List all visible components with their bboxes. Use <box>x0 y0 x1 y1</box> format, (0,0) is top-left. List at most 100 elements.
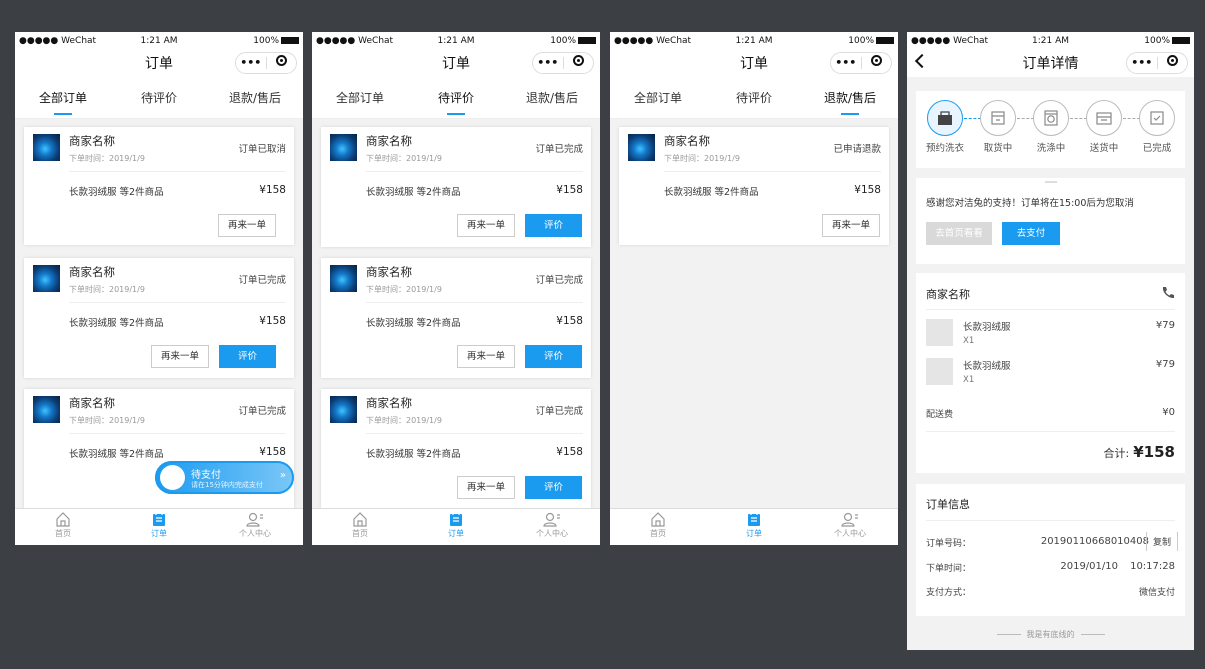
goods-summary: 长款羽绒服 等2件商品 <box>366 449 461 460</box>
reorder-button[interactable]: 再来一单 <box>457 214 515 237</box>
status-bar: ●●●●● WeChat 1:21 AM 100% <box>312 32 600 49</box>
goods-summary: 长款羽绒服 等2件商品 <box>664 187 759 198</box>
tab-to-review[interactable]: 待评价 <box>111 77 207 119</box>
order-tabs: 全部订单 待评价 退款/售后 <box>15 77 303 119</box>
pay-method-value: 微信支付 <box>1138 588 1175 598</box>
status-bar: ●●●●● WeChat 1:21 AM 100% <box>15 32 303 49</box>
goods-qty: X1 <box>963 375 975 385</box>
close-mini-icon[interactable] <box>1158 53 1188 73</box>
mini-program-capsule[interactable]: ••• <box>532 52 594 74</box>
page-title: 订单 <box>740 56 768 72</box>
mini-program-capsule[interactable]: ••• <box>235 52 297 74</box>
reorder-button[interactable]: 再来一单 <box>822 214 880 237</box>
phone-orders-refund: ●●●●● WeChat 1:21 AM 100% 订单 ••• 全部订单 待评… <box>610 32 898 545</box>
tabbar-me[interactable]: 个人中心 <box>802 509 898 545</box>
order-time-date: 2019/01/10 <box>1060 561 1118 572</box>
review-button[interactable]: 评价 <box>525 214 582 237</box>
order-time: 下单时间：2019/1/9 <box>366 285 442 294</box>
cancel-notice: 感谢您对洁兔的支持！订单将在15:00后为您取消 去首页看看 去支付 <box>916 178 1185 264</box>
tabbar-order[interactable]: 订单 <box>408 509 504 545</box>
status-bar: ●●●●● WeChat 1:21 AM 100% <box>610 32 898 49</box>
order-card[interactable]: 商家名称 下单时间：2019/1/9 订单已完成 长款羽绒服 等2件商品 ¥15… <box>321 389 591 509</box>
order-status: 订单已取消 <box>238 144 286 155</box>
order-card[interactable]: 商家名称 下单时间：2019/1/9 已申请退款 长款羽绒服 等2件商品 ¥15… <box>619 127 889 245</box>
order-tabs: 全部订单 待评价 退款/售后 <box>610 77 898 119</box>
order-icon <box>153 513 165 526</box>
order-info-title: 订单信息 <box>926 498 970 511</box>
reorder-button[interactable]: 再来一单 <box>457 476 515 499</box>
more-icon[interactable]: ••• <box>1127 53 1157 73</box>
mini-program-capsule[interactable]: ••• <box>830 52 892 74</box>
order-time: 下单时间：2019/1/9 <box>69 285 145 294</box>
order-time-clock: 10:17:28 <box>1130 561 1175 572</box>
tabbar-home[interactable]: 首页 <box>15 509 111 545</box>
tabbar-order[interactable]: 订单 <box>706 509 802 545</box>
page-title: 订单 <box>145 56 173 72</box>
tab-refund[interactable]: 退款/售后 <box>207 77 303 119</box>
more-icon[interactable]: ••• <box>831 53 861 73</box>
tab-all-orders[interactable]: 全部订单 <box>312 77 408 119</box>
list-end-text: 我是有底线的 <box>1026 630 1075 639</box>
close-mini-icon[interactable] <box>564 53 594 73</box>
order-price: ¥158 <box>259 184 286 196</box>
go-home-button[interactable]: 去首页看看 <box>926 222 992 245</box>
list-end: 我是有底线的 <box>907 629 1194 640</box>
reorder-button[interactable]: 再来一单 <box>151 345 209 368</box>
tab-bar: 首页 订单 个人中心 <box>610 508 898 545</box>
go-pay-button[interactable]: 去支付 <box>1002 222 1060 245</box>
goods-summary: 长款羽绒服 等2件商品 <box>69 318 164 329</box>
detail-merchant-name: 商家名称 <box>926 288 970 301</box>
order-tabs: 全部订单 待评价 退款/售后 <box>312 77 600 119</box>
page-title: 订单详情 <box>1022 56 1079 72</box>
back-arrow-icon[interactable] <box>914 53 930 69</box>
goods-price: ¥79 <box>1155 320 1175 331</box>
merchant-logo <box>628 134 655 161</box>
tabbar-me[interactable]: 个人中心 <box>504 509 600 545</box>
reorder-button[interactable]: 再来一单 <box>218 214 276 237</box>
tab-refund[interactable]: 退款/售后 <box>504 77 600 119</box>
goods-image <box>926 319 953 346</box>
total-value: ¥158 <box>1133 443 1175 461</box>
merchant-name: 商家名称 <box>69 265 115 279</box>
tab-refund[interactable]: 退款/售后 <box>802 77 898 119</box>
review-button[interactable]: 评价 <box>219 345 276 368</box>
goods-name: 长款羽绒服 <box>963 361 1011 372</box>
clock: 1:21 AM <box>735 35 773 46</box>
order-no: 20190110668010408 <box>1040 536 1149 547</box>
pending-payment-float[interactable]: 待支付 请在15分钟内完成支付 » <box>155 461 294 494</box>
order-price: ¥158 <box>259 446 286 458</box>
order-card[interactable]: 商家名称 下单时间：2019/1/9 订单已完成 长款羽绒服 等2件商品 ¥15… <box>24 258 294 378</box>
float-title: 待支付 <box>191 470 221 481</box>
close-mini-icon[interactable] <box>267 53 297 73</box>
order-card[interactable]: 商家名称 下单时间：2019/1/9 订单已完成 长款羽绒服 等2件商品 ¥15… <box>321 127 591 247</box>
order-card[interactable]: 商家名称 下单时间：2019/1/9 订单已完成 长款羽绒服 等2件商品 ¥15… <box>321 258 591 378</box>
tab-all-orders[interactable]: 全部订单 <box>610 77 706 119</box>
tab-bar: 首页 订单 个人中心 <box>312 508 600 545</box>
phone-orders-all-2: ●●●●● WeChat 1:21 AM 100% 订单 ••• 全部订单 待评… <box>312 32 600 545</box>
tabbar-me[interactable]: 个人中心 <box>207 509 303 545</box>
review-button[interactable]: 评价 <box>525 345 582 368</box>
goods-panel: 商家名称 长款羽绒服 X1 ¥79 长款羽绒服 X1 ¥79 配送费 ¥0 合计… <box>916 273 1185 473</box>
mini-program-capsule[interactable]: ••• <box>1126 52 1188 74</box>
order-card[interactable]: 商家名称 下单时间：2019/1/9 订单已取消 长款羽绒服 等2件商品 ¥15… <box>24 127 294 245</box>
tabbar-order[interactable]: 订单 <box>111 509 207 545</box>
tabbar-home[interactable]: 首页 <box>610 509 706 545</box>
close-mini-icon[interactable] <box>862 53 892 73</box>
reorder-button[interactable]: 再来一单 <box>457 345 515 368</box>
tab-to-review[interactable]: 待评价 <box>408 77 504 119</box>
more-icon[interactable]: ••• <box>236 53 266 73</box>
tab-all-orders[interactable]: 全部订单 <box>15 77 111 119</box>
tab-to-review[interactable]: 待评价 <box>706 77 802 119</box>
order-info-panel: 订单信息 订单号码： 20190110668010408 复制 下单时间： 20… <box>916 484 1185 616</box>
phone-order-detail: ●●●●● WeChat 1:21 AM 100% 订单详情 ••• 预约洗衣 … <box>907 32 1194 650</box>
phone-icon[interactable] <box>1161 286 1174 299</box>
order-price: ¥158 <box>556 315 583 327</box>
copy-button[interactable]: 复制 <box>1145 532 1178 551</box>
step-complete: 已完成 <box>1138 100 1176 154</box>
order-status: 订单已完成 <box>535 144 583 155</box>
review-button[interactable]: 评价 <box>525 476 582 499</box>
tabbar-home[interactable]: 首页 <box>312 509 408 545</box>
more-icon[interactable]: ••• <box>533 53 563 73</box>
order-time: 下单时间：2019/1/9 <box>366 416 442 425</box>
nav-bar: 订单 ••• <box>312 49 600 77</box>
